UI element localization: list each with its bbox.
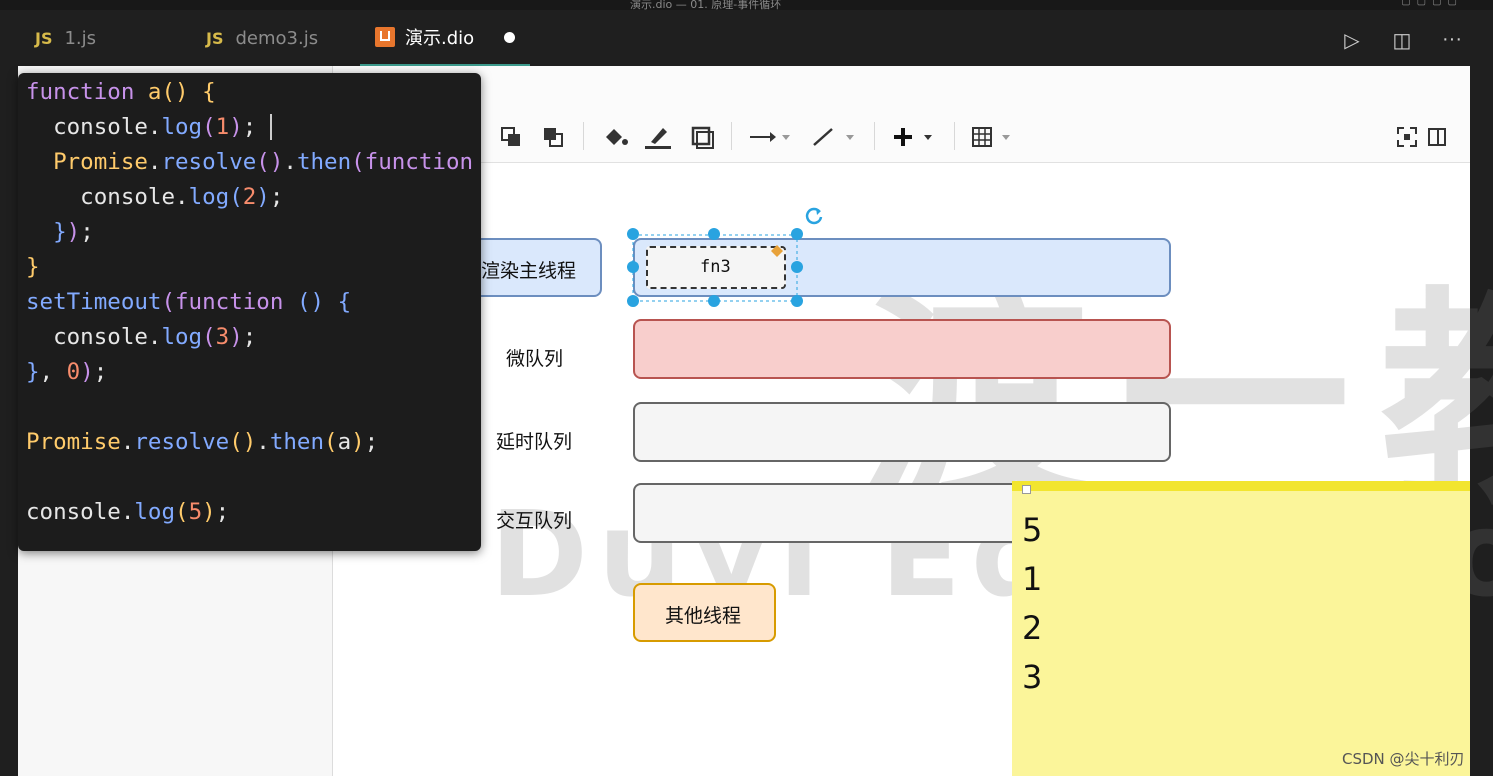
toolbar-divider <box>731 122 732 150</box>
run-icon[interactable]: ▷ <box>1341 28 1363 53</box>
resize-handle[interactable] <box>791 261 803 273</box>
code-line: console.log(1); <box>26 114 272 140</box>
table-icon[interactable] <box>969 122 1019 152</box>
output-value: 2 <box>1022 609 1043 647</box>
split-editor-icon[interactable]: ◫ <box>1391 28 1413 53</box>
resize-handle[interactable] <box>791 295 803 307</box>
tab-demo-dio[interactable]: 演示.dio <box>360 10 530 66</box>
resize-handle[interactable] <box>627 261 639 273</box>
code-line: Promise.resolve().then(a); <box>26 429 379 455</box>
rotate-handle-icon[interactable] <box>804 206 824 226</box>
resize-handle[interactable] <box>708 228 720 240</box>
output-value: 3 <box>1022 658 1043 696</box>
resize-handle[interactable] <box>708 295 720 307</box>
connection-arrow-icon[interactable] <box>745 122 795 152</box>
tab-label: 演示.dio <box>405 28 475 49</box>
toolbar-divider <box>954 122 955 150</box>
to-back-icon[interactable] <box>538 122 568 152</box>
unsaved-dot-icon[interactable] <box>504 31 516 43</box>
tab-demo3-js[interactable]: JS demo3.js <box>206 10 356 66</box>
code-line: console.log(5); <box>26 499 230 525</box>
shape-anchor-icon[interactable] <box>771 245 783 257</box>
code-line: function a() { <box>26 79 216 105</box>
delay-queue-lane[interactable] <box>633 402 1171 462</box>
toolbar-divider <box>874 122 875 150</box>
tab-label: demo3.js <box>235 27 319 49</box>
resize-handle[interactable] <box>627 228 639 240</box>
js-icon: JS <box>35 28 53 48</box>
credit-text: CSDN @尖十利刃 <box>1342 750 1465 768</box>
editor-actions: ▷ ◫ ··· <box>1341 28 1463 53</box>
fill-color-icon[interactable] <box>598 122 632 152</box>
code-line: Promise.resolve().then(function <box>53 149 474 175</box>
tab-label: 1.js <box>64 27 97 49</box>
output-sticky-note[interactable]: 5 1 2 3 <box>1012 481 1470 776</box>
code-line: console.log(3); <box>26 324 257 350</box>
resize-handle[interactable] <box>627 295 639 307</box>
code-line: }); <box>53 219 94 245</box>
output-value: 1 <box>1022 560 1043 598</box>
other-thread-label: 其他线程 <box>665 605 742 627</box>
code-snippet-panel: function a() { console.log(1); Promise.r… <box>18 73 481 551</box>
interaction-queue-label: 交互队列 <box>496 510 573 532</box>
render-thread-label: 渲染主线程 <box>481 260 577 282</box>
code-line: } <box>26 254 40 280</box>
to-front-icon[interactable] <box>496 122 526 152</box>
js-icon: JS <box>206 28 224 48</box>
activity-edge <box>0 66 18 776</box>
more-icon[interactable]: ··· <box>1441 28 1463 53</box>
note-handle[interactable] <box>1022 485 1031 494</box>
waypoints-icon[interactable] <box>809 122 859 152</box>
code-line: }, 0); <box>26 359 108 385</box>
drawio-icon <box>375 27 395 47</box>
tab-1-js[interactable]: JS 1.js <box>35 10 195 66</box>
title-bar: 演示.dio — 01. 原理-事件循环 ▢▢▢▢ <box>0 0 1493 11</box>
editor-tab-bar: JS 1.js JS demo3.js 演示.dio ▷ ◫ ··· <box>0 10 1493 66</box>
code-line: console.log(2); <box>26 184 284 210</box>
shadow-icon[interactable] <box>685 122 719 152</box>
microtask-queue-lane[interactable] <box>633 319 1171 379</box>
output-value: 5 <box>1022 511 1043 549</box>
microtask-label: 微队列 <box>506 348 564 370</box>
fullscreen-icon[interactable] <box>1393 122 1421 152</box>
code-line: setTimeout(function () { <box>26 289 352 315</box>
resize-handle[interactable] <box>791 228 803 240</box>
insert-plus-icon[interactable] <box>889 122 939 152</box>
window-layout-icons[interactable]: ▢▢▢▢ <box>1401 0 1463 7</box>
toolbar-divider <box>583 122 584 150</box>
line-color-icon[interactable] <box>641 122 675 152</box>
format-panel-icon[interactable] <box>1423 122 1451 152</box>
drawio-toolbar <box>333 66 1470 163</box>
delay-queue-label: 延时队列 <box>496 431 573 453</box>
